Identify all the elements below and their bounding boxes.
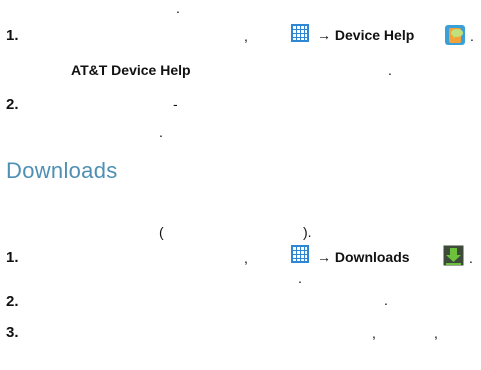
comma: ,	[244, 28, 248, 44]
section-heading: Downloads	[6, 158, 118, 183]
hyphen: -	[173, 96, 178, 112]
step-number: 2.	[6, 293, 19, 310]
att-device-help-label: AT&T Device Help	[71, 62, 191, 78]
apps-grid-icon	[291, 24, 309, 42]
step-number: 2.	[6, 96, 19, 113]
downloads-icon	[443, 245, 464, 266]
stray-period: .	[176, 0, 180, 16]
comma: ,	[244, 250, 248, 266]
paren-open: (	[159, 224, 164, 240]
comma: ,	[372, 325, 376, 341]
period: .	[388, 62, 392, 78]
paren-close: ).	[303, 224, 312, 240]
step-number: 3.	[6, 324, 19, 341]
period: .	[159, 124, 163, 140]
period: .	[384, 292, 388, 308]
period: .	[298, 270, 302, 286]
period: .	[469, 250, 473, 266]
step-number: 1.	[6, 249, 19, 266]
period: .	[470, 28, 474, 44]
comma: ,	[434, 325, 438, 341]
device-help-path: → Device Help	[317, 27, 415, 43]
step-number: 1.	[6, 27, 19, 44]
downloads-path: → Downloads	[317, 249, 410, 265]
apps-grid-icon	[291, 245, 309, 263]
device-help-icon	[444, 24, 466, 46]
